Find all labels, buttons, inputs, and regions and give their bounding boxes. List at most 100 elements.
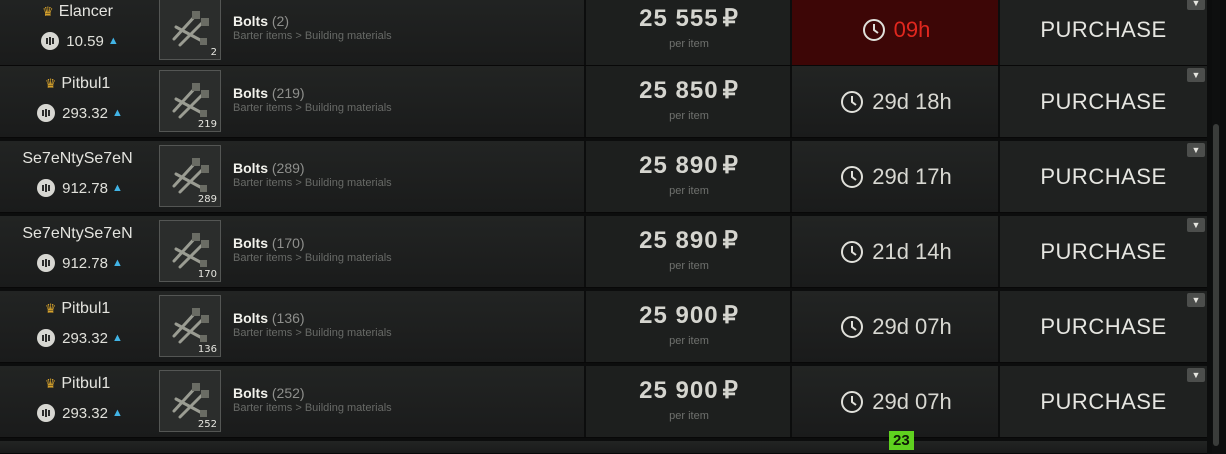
bolts-item-icon xyxy=(172,83,209,119)
item-title[interactable]: Bolts (136) xyxy=(233,310,305,326)
arrow-up-icon: ▲ xyxy=(107,35,119,47)
seller-name-text: Se7eNtySe7eN xyxy=(22,225,133,242)
chevron-down-icon[interactable]: ▼ xyxy=(1187,293,1205,307)
item-stack-count: 136 xyxy=(197,344,217,355)
item-stack-count: 252 xyxy=(197,419,217,430)
clock-icon xyxy=(841,240,864,263)
item-title[interactable]: Bolts (252) xyxy=(233,385,305,401)
purchase-button-label: PURCHASE xyxy=(1040,16,1167,42)
arrow-up-icon: ▲ xyxy=(112,257,123,269)
price-value: 25 900 ₽ xyxy=(586,301,792,330)
ruble-icon: ₽ xyxy=(722,227,739,254)
item-title[interactable]: Bolts (170) xyxy=(233,235,305,251)
seller-name[interactable]: ♛ Pitbul1 xyxy=(0,75,155,93)
seller-rating: 912.78 ▲ xyxy=(10,254,150,272)
seller-rating-value: 293.32 xyxy=(62,104,108,122)
seller-cell[interactable]: ♛ Pitbul1 293.32 ▲ xyxy=(0,66,155,137)
chevron-down-icon[interactable]: ▼ xyxy=(1187,218,1205,232)
item-stack-count: 2 xyxy=(210,47,217,58)
offer-row[interactable]: ♛ Pitbul1 293.32 ▲ 136 Bolts (136) Barter … xyxy=(0,291,1207,363)
chevron-down-icon[interactable]: ▼ xyxy=(1187,368,1205,382)
price-amount: 25 555 xyxy=(639,5,719,32)
time-left-value: 29d 18h xyxy=(872,88,952,114)
purchase-button-label: PURCHASE xyxy=(1040,313,1167,339)
item-name: Bolts xyxy=(233,385,268,401)
item-cell: 219 Bolts (219) Barter items > Building … xyxy=(155,66,586,137)
seller-name[interactable]: ♛ Pitbul1 xyxy=(0,300,155,318)
price-unit-label: per item xyxy=(669,335,709,347)
arrow-up-icon: ▲ xyxy=(112,182,123,194)
item-title[interactable]: Bolts (2) xyxy=(233,13,289,29)
crown-icon: ♛ xyxy=(44,376,57,391)
item-name: Bolts xyxy=(233,85,268,101)
time-left-value: 21d 14h xyxy=(872,238,952,264)
scrollbar-thumb[interactable] xyxy=(1213,124,1219,446)
price-value: 25 890 ₽ xyxy=(586,226,792,255)
time-left-cell: 29d 07h xyxy=(792,366,1000,437)
price-unit-label: per item xyxy=(669,110,709,122)
time-left-value: 29d 17h xyxy=(872,163,952,189)
seller-cell[interactable]: Se7eNtySe7eN 912.78 ▲ xyxy=(0,141,155,212)
crown-icon: ♛ xyxy=(44,301,57,316)
item-title[interactable]: Bolts (219) xyxy=(233,85,305,101)
item-thumbnail[interactable]: 2 xyxy=(159,0,221,60)
seller-name[interactable]: Se7eNtySe7eN xyxy=(0,150,155,168)
offer-row[interactable]: ♛ Pitbul1 293.32 ▲ 252 Bolts (252) Barter … xyxy=(0,366,1207,438)
seller-name-text: Elancer xyxy=(58,3,113,20)
seller-cell[interactable]: ♛ Elancer 10.59 ▲ xyxy=(0,0,155,65)
item-stack-count: 289 xyxy=(197,194,217,205)
clock-icon xyxy=(841,90,864,113)
price-cell: 25 890 ₽ per item xyxy=(586,216,792,287)
offer-row[interactable]: Se7eNtySe7eN 912.78 ▲ 170 Bolts (170) Bar… xyxy=(0,216,1207,288)
seller-rating: 912.78 ▲ xyxy=(10,179,150,197)
offer-row-partial[interactable] xyxy=(0,441,1207,454)
offer-row[interactable]: ♛ Elancer 10.59 ▲ 2 Bolts (2) Barter items… xyxy=(0,0,1207,66)
item-quantity: (219) xyxy=(271,85,305,101)
seller-name[interactable]: ♛ Elancer xyxy=(0,3,155,21)
ruble-icon: ₽ xyxy=(722,5,739,32)
seller-name[interactable]: Se7eNtySe7eN xyxy=(0,225,155,243)
price-cell: 25 890 ₽ per item xyxy=(586,141,792,212)
reputation-badge-icon xyxy=(37,329,56,347)
item-thumbnail[interactable]: 136 xyxy=(159,295,221,357)
item-category: Barter items > Building materials xyxy=(233,30,392,42)
chevron-down-icon[interactable]: ▼ xyxy=(1187,68,1205,82)
clock-icon xyxy=(841,315,864,338)
purchase-button[interactable]: PURCHASE ▼ xyxy=(1000,216,1207,287)
chevron-down-icon[interactable]: ▼ xyxy=(1187,0,1205,10)
purchase-button[interactable]: PURCHASE ▼ xyxy=(1000,366,1207,437)
seller-cell[interactable]: ♛ Pitbul1 293.32 ▲ xyxy=(0,366,155,437)
clock-icon xyxy=(841,165,864,188)
chevron-down-icon[interactable]: ▼ xyxy=(1187,143,1205,157)
item-thumbnail[interactable]: 252 xyxy=(159,370,221,432)
time-left-cell: 09h xyxy=(792,0,1000,65)
price-cell: 25 850 ₽ per item xyxy=(586,66,792,137)
ruble-icon: ₽ xyxy=(722,152,739,179)
purchase-button[interactable]: PURCHASE ▼ xyxy=(1000,141,1207,212)
bolts-item-icon xyxy=(172,308,209,344)
item-thumbnail[interactable]: 289 xyxy=(159,145,221,207)
item-title[interactable]: Bolts (289) xyxy=(233,160,305,176)
bolts-item-icon xyxy=(172,383,209,419)
item-stack-count: 219 xyxy=(197,119,217,130)
item-category: Barter items > Building materials xyxy=(233,177,392,189)
offer-row[interactable]: ♛ Pitbul1 293.32 ▲ 219 Bolts (219) Barter … xyxy=(0,66,1207,138)
purchase-button[interactable]: PURCHASE ▼ xyxy=(1000,291,1207,362)
price-amount: 25 890 xyxy=(639,152,719,179)
price-amount: 25 900 xyxy=(639,377,719,404)
seller-cell[interactable]: ♛ Pitbul1 293.32 ▲ xyxy=(0,291,155,362)
purchase-button[interactable]: PURCHASE ▼ xyxy=(1000,66,1207,137)
arrow-up-icon: ▲ xyxy=(112,407,123,419)
item-thumbnail[interactable]: 219 xyxy=(159,70,221,132)
reputation-badge-icon xyxy=(41,32,60,50)
purchase-button[interactable]: PURCHASE ▼ xyxy=(1000,0,1207,65)
seller-rating: 10.59 ▲ xyxy=(10,32,150,50)
item-thumbnail[interactable]: 170 xyxy=(159,220,221,282)
offer-row[interactable]: Se7eNtySe7eN 912.78 ▲ 289 Bolts (289) Bar… xyxy=(0,141,1207,213)
item-quantity: (170) xyxy=(271,235,305,251)
seller-cell[interactable]: Se7eNtySe7eN 912.78 ▲ xyxy=(0,216,155,287)
time-left-value: 29d 07h xyxy=(872,388,952,414)
item-cell: 252 Bolts (252) Barter items > Building … xyxy=(155,366,586,437)
price-value: 25 850 ₽ xyxy=(586,76,792,105)
seller-name[interactable]: ♛ Pitbul1 xyxy=(0,375,155,393)
